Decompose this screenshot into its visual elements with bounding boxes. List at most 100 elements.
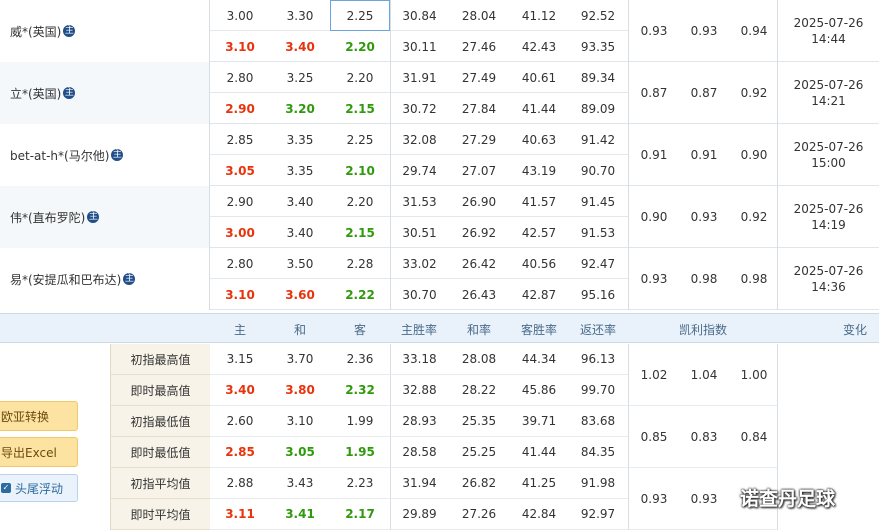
company-name-cell[interactable]: bet-at-h*(马尔他) 主 bbox=[0, 124, 210, 186]
float-label: 头尾浮动 bbox=[15, 481, 64, 496]
company-row: 威*(英国) 主 3.00 3.30 2.25 30.84 28.04 41.12 92.52 3… bbox=[0, 0, 879, 62]
summary-kelly-value: 0.93 bbox=[640, 492, 668, 506]
company-name-cell[interactable]: 立*(英国) 主 bbox=[0, 62, 210, 124]
summary-home: 3.15 bbox=[210, 344, 270, 375]
company-name-cell[interactable]: 伟*(直布罗陀) 主 bbox=[0, 186, 210, 248]
summary-away-rate: 45.86 bbox=[510, 375, 568, 406]
company-name: 易*(安提瓜和巴布达) bbox=[10, 272, 122, 287]
kelly-value: 0.92 bbox=[740, 210, 768, 224]
summary-home: 3.11 bbox=[210, 499, 270, 530]
live-home: 3.10 bbox=[225, 287, 255, 302]
live-away: 2.10 bbox=[345, 163, 375, 178]
initial-home: 3.00 bbox=[226, 8, 254, 23]
company-name-cell[interactable]: 威*(英国) 主 bbox=[0, 0, 210, 62]
summary-home: 2.60 bbox=[210, 406, 270, 437]
summary-draw: 3.10 bbox=[270, 406, 330, 437]
live-home: 3.05 bbox=[225, 163, 255, 178]
summary-kelly-value: 0.85 bbox=[640, 430, 668, 444]
live-home-rate: 30.72 bbox=[390, 93, 448, 124]
update-time: 2025-07-26 14:21 bbox=[778, 62, 879, 124]
summary-away: 2.23 bbox=[330, 468, 390, 499]
update-time: 2025-07-26 14:19 bbox=[778, 186, 879, 248]
live-home: 2.90 bbox=[225, 101, 255, 116]
euro-asia-convert-button[interactable]: 欧亚转换 bbox=[0, 401, 78, 431]
live-draw: 3.35 bbox=[286, 163, 314, 178]
live-home-rate: 30.11 bbox=[390, 31, 448, 62]
kelly-index-cell: 0.91 0.91 0.90 bbox=[628, 124, 778, 186]
initial-draw: 3.30 bbox=[286, 8, 314, 23]
initial-away: 2.25 bbox=[346, 132, 374, 147]
initial-odds-row: 2.80 3.50 2.28 33.02 26.42 40.56 92.47 bbox=[210, 248, 628, 279]
initial-away-rate: 40.56 bbox=[521, 256, 557, 271]
watermark: 诺查丹足球 bbox=[740, 488, 836, 510]
live-draw: 3.40 bbox=[286, 225, 314, 240]
host-icon[interactable]: 主 bbox=[63, 25, 76, 37]
initial-odds-row: 2.90 3.40 2.20 31.53 26.90 41.57 91.45 bbox=[210, 186, 628, 217]
summary-kelly-block: 1.02 1.04 1.00 bbox=[628, 344, 778, 406]
kelly-value: 0.93 bbox=[640, 272, 668, 286]
initial-draw-rate: 26.90 bbox=[461, 194, 497, 209]
company-name: 立*(英国) bbox=[10, 86, 62, 101]
host-icon[interactable]: 主 bbox=[123, 273, 136, 285]
odds-table: 威*(英国) 主 3.00 3.30 2.25 30.84 28.04 41.12 92.52 3… bbox=[0, 0, 879, 312]
live-away-rate: 42.57 bbox=[521, 225, 557, 240]
summary-draw: 3.43 bbox=[270, 468, 330, 499]
initial-home: 2.90 bbox=[226, 194, 254, 209]
company-name-cell[interactable]: 易*(安提瓜和巴布达) 主 bbox=[0, 248, 210, 310]
time-clock: 14:21 bbox=[811, 94, 846, 108]
kelly-index-cell: 0.90 0.93 0.92 bbox=[628, 186, 778, 248]
summary-return-rate: 96.13 bbox=[568, 344, 628, 375]
kelly-value: 0.93 bbox=[690, 24, 718, 38]
host-icon[interactable]: 主 bbox=[111, 149, 124, 161]
time-date: 2025-07-26 bbox=[793, 16, 864, 30]
live-away-rate: 42.87 bbox=[521, 287, 557, 302]
time-clock: 14:19 bbox=[811, 218, 846, 232]
float-toggle[interactable]: ✓ 头尾浮动 bbox=[0, 474, 78, 502]
header-draw-rate: 和率 bbox=[466, 322, 491, 337]
summary-left-space bbox=[0, 499, 110, 530]
euro-asia-label: 欧亚转换 bbox=[1, 409, 50, 424]
summary-kelly-value: 0.93 bbox=[690, 492, 718, 506]
kelly-value: 0.90 bbox=[740, 148, 768, 162]
update-time: 2025-07-26 15:00 bbox=[778, 124, 879, 186]
summary-away-rate: 44.34 bbox=[510, 344, 568, 375]
summary-label: 初指最低值 bbox=[110, 406, 210, 437]
host-icon[interactable]: 主 bbox=[63, 87, 76, 99]
time-clock: 15:00 bbox=[811, 156, 846, 170]
kelly-value: 0.94 bbox=[740, 24, 768, 38]
summary-home-rate: 31.94 bbox=[390, 468, 448, 499]
company-name: 威*(英国) bbox=[10, 24, 62, 39]
summary-draw-rate: 25.25 bbox=[448, 437, 510, 468]
live-away-rate: 43.19 bbox=[521, 163, 557, 178]
summary-return-rate: 99.70 bbox=[568, 375, 628, 406]
initial-draw-rate: 28.04 bbox=[461, 8, 497, 23]
time-date: 2025-07-26 bbox=[793, 140, 864, 154]
export-excel-label: 导出Excel bbox=[1, 445, 57, 460]
host-icon[interactable]: 主 bbox=[87, 211, 100, 223]
summary-return-rate: 83.68 bbox=[568, 406, 628, 437]
summary-home: 2.88 bbox=[210, 468, 270, 499]
live-draw: 3.60 bbox=[285, 287, 315, 302]
summary-away-rate: 39.71 bbox=[510, 406, 568, 437]
initial-away-rate: 40.63 bbox=[521, 132, 557, 147]
export-excel-button[interactable]: 导出Excel bbox=[0, 437, 78, 467]
summary-kelly-block: 0.85 0.83 0.84 bbox=[628, 406, 778, 468]
company-row: 伟*(直布罗陀) 主 2.90 3.40 2.20 31.53 26.90 41.57 91.4… bbox=[0, 186, 879, 248]
time-clock: 14:36 bbox=[811, 280, 846, 294]
live-return-rate: 93.35 bbox=[580, 39, 616, 54]
summary-return-rate: 84.35 bbox=[568, 437, 628, 468]
initial-draw: 3.40 bbox=[286, 194, 314, 209]
initial-return-rate: 91.42 bbox=[580, 132, 616, 147]
company-row: 易*(安提瓜和巴布达) 主 2.80 3.50 2.28 33.02 26.42 40.56 9… bbox=[0, 248, 879, 310]
checkbox-icon[interactable]: ✓ bbox=[1, 483, 11, 493]
initial-home-rate: 33.02 bbox=[390, 248, 448, 279]
summary-draw: 3.80 bbox=[270, 375, 330, 406]
kelly-value: 0.92 bbox=[740, 86, 768, 100]
initial-draw-rate: 26.42 bbox=[461, 256, 497, 271]
summary-away: 1.99 bbox=[330, 406, 390, 437]
live-away: 2.20 bbox=[345, 39, 375, 54]
header-kelly: 凯利指数 bbox=[678, 322, 727, 337]
summary-away: 2.36 bbox=[330, 344, 390, 375]
time-date: 2025-07-26 bbox=[793, 264, 864, 278]
initial-draw-rate: 27.49 bbox=[461, 70, 497, 85]
